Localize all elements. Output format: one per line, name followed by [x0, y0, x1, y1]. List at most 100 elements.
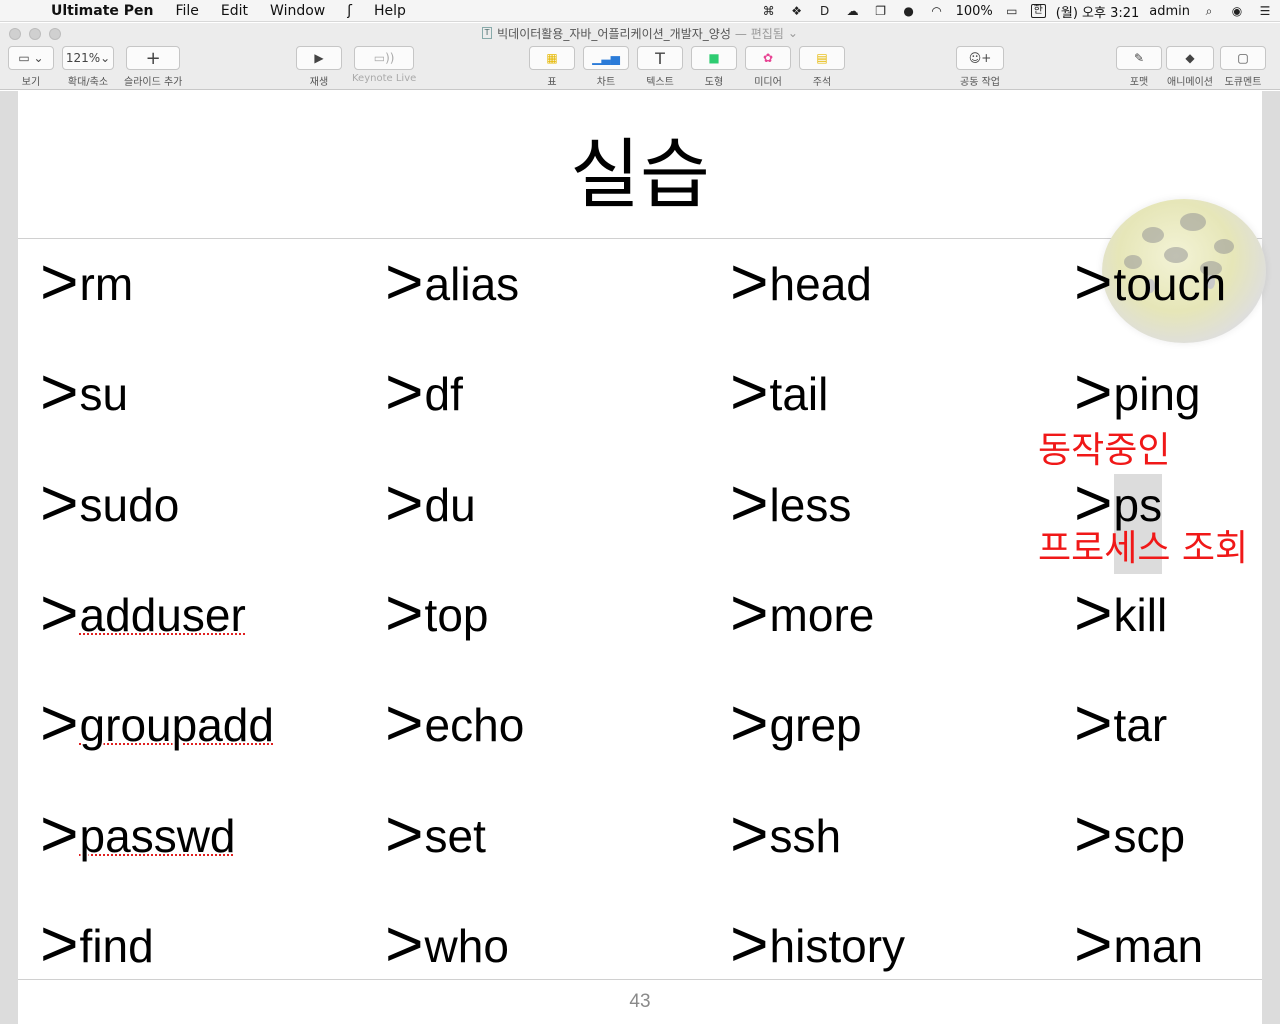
command-item[interactable]: > tar [1074, 685, 1168, 755]
minimize-window-button[interactable] [29, 28, 41, 40]
command-item[interactable]: > alias [385, 244, 520, 314]
search-icon[interactable]: ⌕ [1200, 3, 1218, 19]
menu-edit[interactable]: Edit [210, 3, 259, 19]
command-text[interactable]: history [770, 923, 905, 969]
command-item[interactable]: > ping [1074, 354, 1201, 424]
menu-window[interactable]: Window [259, 3, 336, 19]
command-text[interactable]: ping [1114, 371, 1201, 417]
script-icon[interactable]: ʃ [336, 3, 363, 19]
command-text[interactable]: adduser [80, 592, 246, 638]
command-item[interactable]: > adduser [40, 575, 246, 645]
command-text[interactable]: tar [1114, 702, 1168, 748]
command-item[interactable]: > set [385, 796, 486, 866]
command-item[interactable]: > su [40, 354, 129, 424]
copy-icon[interactable]: ❐ [872, 3, 890, 19]
command-text[interactable]: more [770, 592, 875, 638]
chevron-down-icon[interactable]: ⌄ [788, 26, 798, 40]
clock[interactable]: (월) 오후 3:21 [1056, 2, 1139, 21]
table-button[interactable]: ▦ 표 [529, 46, 575, 88]
command-text[interactable]: touch [1114, 261, 1227, 307]
command-text[interactable]: tail [770, 371, 829, 417]
command-item[interactable]: > du [385, 465, 476, 535]
media-button[interactable]: ✿ 미디어 [745, 46, 791, 88]
cloud-icon[interactable]: ☁ [844, 3, 862, 19]
command-item[interactable]: > groupadd [40, 685, 274, 755]
collaborate-button[interactable]: ☺+ 공동 작업 [956, 46, 1004, 88]
command-item[interactable]: > history [730, 906, 905, 976]
command-item[interactable]: > scp [1074, 796, 1186, 866]
command-text[interactable]: alias [425, 261, 520, 307]
command-text[interactable]: rm [80, 261, 134, 307]
command-text[interactable]: passwd [80, 813, 236, 859]
command-item[interactable]: > passwd [40, 796, 236, 866]
menu-help[interactable]: Help [363, 3, 417, 19]
close-window-button[interactable] [9, 28, 21, 40]
view-button[interactable]: ▭ ⌄ 보기 [8, 46, 54, 88]
command-item[interactable]: > man [1074, 906, 1203, 976]
format-button[interactable]: ✎ 포맷 [1116, 46, 1162, 88]
annotation-running[interactable]: 동작중인 [1038, 421, 1170, 473]
slide[interactable]: 실습 > rm > alias > head > touch > su > df > tail > ping >… [18, 91, 1266, 1024]
command-item[interactable]: > less [730, 465, 852, 535]
list-icon[interactable]: ☰ [1256, 3, 1274, 19]
annotation-process-lookup[interactable]: 프로세스 조회 [1038, 519, 1248, 571]
document-button[interactable]: ▢ 도큐멘트 [1220, 46, 1266, 88]
command-item[interactable]: > who [385, 906, 509, 976]
command-text[interactable]: du [425, 482, 476, 528]
command-text[interactable]: man [1114, 923, 1203, 969]
shape-button[interactable]: ■ 도형 [691, 46, 737, 88]
siri-icon[interactable]: ◉ [1228, 3, 1246, 19]
menu-file[interactable]: File [164, 3, 209, 19]
command-item[interactable]: > find [40, 906, 154, 976]
comment-button[interactable]: ▤ 주석 [799, 46, 845, 88]
d-icon[interactable]: D [816, 3, 834, 19]
command-item[interactable]: > echo [385, 685, 525, 755]
command-text[interactable]: less [770, 482, 852, 528]
command-item[interactable]: > more [730, 575, 875, 645]
play-button[interactable]: ▶ 재생 [296, 46, 342, 88]
command-item[interactable]: > sudo [40, 465, 180, 535]
command-item[interactable]: > kill [1074, 575, 1168, 645]
chart-button[interactable]: ▁▃▅ 차트 [583, 46, 629, 88]
command-text[interactable]: find [80, 923, 154, 969]
shape-label: 도형 [704, 77, 724, 88]
slide-title[interactable]: 실습 [18, 113, 1262, 223]
chat-icon[interactable]: ● [900, 3, 918, 19]
menu-app-name[interactable]: Ultimate Pen [40, 3, 164, 19]
command-item[interactable]: > df [385, 354, 463, 424]
command-text[interactable]: df [425, 371, 463, 417]
wifi-icon[interactable]: ◠ [928, 3, 946, 19]
command-text[interactable]: sudo [80, 482, 180, 528]
zoom-window-button[interactable] [49, 28, 61, 40]
command-item[interactable]: > top [385, 575, 489, 645]
input-source-indicator[interactable]: 한 [1030, 4, 1046, 18]
window-edit-status[interactable]: — 편집됨 [735, 25, 784, 42]
command-text[interactable]: who [425, 923, 509, 969]
command-text[interactable]: ssh [770, 813, 842, 859]
animate-button[interactable]: ◆ 애니메이션 [1166, 46, 1214, 88]
command-text[interactable]: top [425, 592, 489, 638]
command-item[interactable]: > head [730, 244, 872, 314]
user-name[interactable]: admin [1149, 4, 1190, 19]
text-button[interactable]: T 텍스트 [637, 46, 683, 88]
command-icon[interactable]: ⌘ [760, 3, 778, 19]
command-text[interactable]: su [80, 371, 129, 417]
command-text[interactable]: grep [770, 702, 862, 748]
dropbox-icon[interactable]: ❖ [788, 3, 806, 19]
command-text[interactable]: echo [425, 702, 525, 748]
command-item[interactable]: > ssh [730, 796, 842, 866]
command-item[interactable]: > touch [1074, 244, 1227, 314]
command-text[interactable]: set [425, 813, 486, 859]
command-item[interactable]: > grep [730, 685, 862, 755]
command-text[interactable]: scp [1114, 813, 1186, 859]
zoom-button[interactable]: 121% ⌄ 확대/축소 [62, 46, 114, 88]
slide-canvas[interactable]: 실습 > rm > alias > head > touch > su > df > tail > ping >… [0, 91, 1280, 1024]
command-text[interactable]: head [770, 261, 872, 307]
battery-icon[interactable]: ▭ [1003, 3, 1021, 19]
command-item[interactable]: > rm [40, 244, 134, 314]
add-slide-button[interactable]: + 슬라이드 추가 [124, 46, 182, 88]
command-text[interactable]: groupadd [80, 702, 274, 748]
command-text[interactable]: kill [1114, 592, 1168, 638]
command-item[interactable]: > tail [730, 354, 829, 424]
keynote-live-button[interactable]: ▭)) Keynote Live [352, 46, 416, 84]
